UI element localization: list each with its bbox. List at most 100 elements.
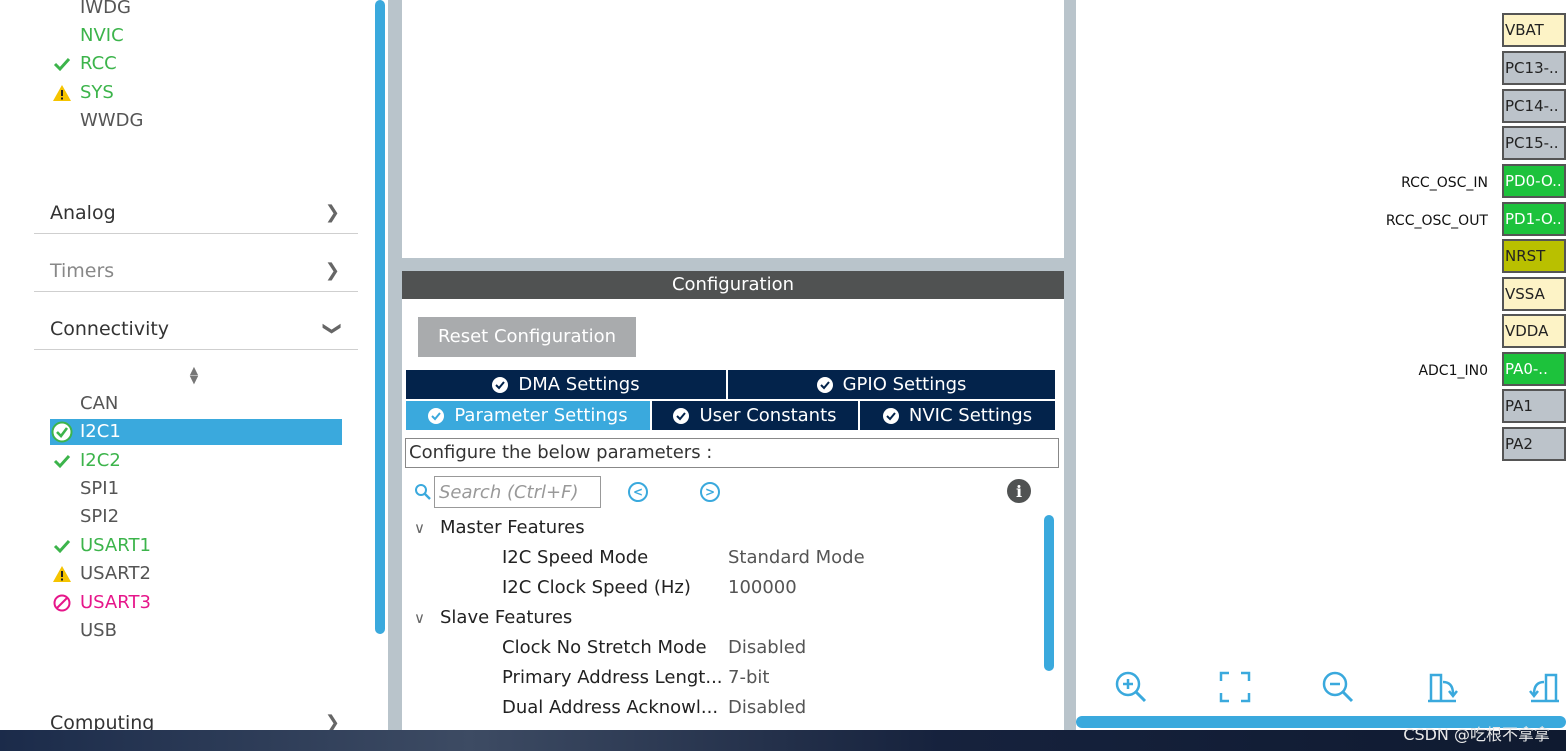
check-circle-icon <box>50 419 74 445</box>
pin-vssa[interactable]: VSSA <box>1502 277 1566 311</box>
chevron-right-icon: ❯ <box>324 202 340 223</box>
check-circle-icon <box>882 407 899 424</box>
parameters-hint: Configure the below parameters : <box>405 438 1059 468</box>
param-row-i2c-clock-speed[interactable]: I2C Clock Speed (Hz) 100000 <box>502 574 1042 602</box>
tab-label: GPIO Settings <box>842 374 967 395</box>
reset-configuration-button[interactable]: Reset Configuration <box>418 317 636 357</box>
peripheral-item-usart1[interactable]: USART1 <box>50 533 342 559</box>
peripheral-item-can[interactable]: CAN <box>50 391 342 417</box>
pin-signal-label: RCC_OSC_IN <box>1401 175 1488 191</box>
param-name: I2C Clock Speed (Hz) <box>502 577 691 598</box>
search-next-icon[interactable]: > <box>700 482 720 502</box>
tab-gpio-settings[interactable]: GPIO Settings <box>728 370 1055 399</box>
chevron-down-icon: ∨ <box>414 519 425 537</box>
info-icon[interactable]: i <box>1007 479 1031 503</box>
param-row-clock-no-stretch[interactable]: Clock No Stretch Mode Disabled <box>502 634 1042 662</box>
peripheral-label: NVIC <box>80 25 124 46</box>
param-row-i2c-speed-mode[interactable]: I2C Speed Mode Standard Mode <box>502 544 1042 572</box>
configuration-header: Configuration <box>402 271 1064 299</box>
disabled-icon <box>50 590 74 616</box>
chevron-right-icon: ❯ <box>324 260 340 281</box>
peripheral-item-spi1[interactable]: SPI1 <box>50 476 342 502</box>
peripheral-label: USB <box>80 620 117 641</box>
peripheral-item-usart3[interactable]: USART3 <box>50 590 342 616</box>
pin-nrst[interactable]: NRST <box>1502 239 1566 273</box>
pin-pd0[interactable]: PD0-O.. <box>1502 164 1566 198</box>
group-label: Slave Features <box>440 607 573 628</box>
tab-dma-settings[interactable]: DMA Settings <box>406 370 726 399</box>
fit-to-screen-icon[interactable] <box>1218 670 1252 704</box>
peripheral-item-usart2[interactable]: USART2 <box>50 561 342 587</box>
pin-signal-label: RCC_OSC_OUT <box>1385 213 1488 229</box>
peripheral-label: USART1 <box>80 535 151 556</box>
tab-user-constants[interactable]: User Constants <box>652 401 858 430</box>
sort-toggle-icon[interactable]: ▲ ▼ <box>186 365 202 386</box>
peripheral-item-usb[interactable]: USB <box>50 618 342 644</box>
param-value[interactable]: Standard Mode <box>728 544 865 572</box>
peripheral-item-i2c2[interactable]: I2C2 <box>50 448 342 474</box>
group-slave-features[interactable]: ∨ Slave Features <box>414 604 572 632</box>
category-label: Connectivity <box>50 318 170 340</box>
check-circle-icon <box>492 376 509 393</box>
pin-pc15[interactable]: PC15-.. <box>1502 126 1566 160</box>
parameters-scrollbar-thumb[interactable] <box>1044 515 1054 671</box>
peripheral-item-rcc[interactable]: RCC <box>50 51 342 77</box>
peripheral-item-nvic[interactable]: NVIC <box>50 23 342 49</box>
rotate-left-icon[interactable] <box>1528 670 1562 704</box>
warning-icon <box>50 80 74 106</box>
pin-pa0[interactable]: PA0-.. <box>1502 352 1566 386</box>
chevron-down-icon: ∨ <box>414 609 425 627</box>
configuration-panel: Configuration Reset Configuration DMA Se… <box>402 271 1064 730</box>
param-value[interactable]: 7-bit <box>728 664 769 692</box>
check-icon <box>50 51 74 77</box>
category-connectivity[interactable]: Connectivity ❯ <box>34 310 358 350</box>
search-icon[interactable] <box>414 483 432 501</box>
param-row-primary-address-length[interactable]: Primary Address Lengt... 7-bit <box>502 664 1042 692</box>
pin-pd1[interactable]: PD1-O.. <box>1502 202 1566 236</box>
pin-pc13[interactable]: PC13-.. <box>1502 51 1566 85</box>
warning-icon <box>50 561 74 587</box>
peripheral-label: USART3 <box>80 592 151 613</box>
search-input[interactable] <box>434 476 601 508</box>
peripheral-label: I2C1 <box>80 421 121 442</box>
tab-parameter-settings[interactable]: Parameter Settings <box>406 401 650 430</box>
pin-pa2[interactable]: PA2 <box>1502 427 1566 461</box>
check-circle-icon <box>428 407 445 424</box>
peripheral-item-iwdg[interactable]: IWDG <box>50 0 342 21</box>
peripheral-label: I2C2 <box>80 450 121 471</box>
pin-pc14[interactable]: PC14-.. <box>1502 89 1566 123</box>
check-circle-icon <box>816 376 833 393</box>
chevron-right-icon: ❯ <box>324 712 340 730</box>
tab-nvic-settings[interactable]: NVIC Settings <box>860 401 1055 430</box>
param-row-dual-address-ack[interactable]: Dual Address Acknowl... Disabled <box>502 694 1042 722</box>
param-value[interactable]: 100000 <box>728 574 797 602</box>
param-name: Clock No Stretch Mode <box>502 637 707 658</box>
category-label: Timers <box>50 260 115 282</box>
peripheral-item-spi2[interactable]: SPI2 <box>50 504 342 530</box>
peripheral-item-wwdg[interactable]: WWDG <box>50 108 342 134</box>
category-label: Computing <box>50 712 155 730</box>
zoom-out-icon[interactable] <box>1321 670 1355 704</box>
peripheral-item-sys[interactable]: SYS <box>50 80 342 106</box>
category-computing[interactable]: Computing ❯ <box>34 704 358 730</box>
rotate-right-icon[interactable] <box>1425 670 1459 704</box>
category-timers[interactable]: Timers ❯ <box>34 252 358 292</box>
sidebar-scrollbar-thumb[interactable] <box>375 0 385 634</box>
watermark-text: CSDN @吃根不拿拿 <box>1403 725 1550 744</box>
pin-vbat[interactable]: VBAT <box>1502 13 1566 47</box>
peripheral-label: RCC <box>80 53 117 74</box>
zoom-in-icon[interactable] <box>1114 670 1148 704</box>
param-name: I2C Speed Mode <box>502 547 649 568</box>
pin-vdda[interactable]: VDDA <box>1502 314 1566 348</box>
peripheral-item-i2c1[interactable]: I2C1 <box>50 419 342 445</box>
peripheral-label: CAN <box>80 393 119 414</box>
param-value[interactable]: Disabled <box>728 694 806 722</box>
pin-pa1[interactable]: PA1 <box>1502 389 1566 423</box>
search-previous-icon[interactable]: < <box>628 482 648 502</box>
category-analog[interactable]: Analog ❯ <box>34 194 358 234</box>
group-master-features[interactable]: ∨ Master Features <box>414 514 585 542</box>
param-value[interactable]: Disabled <box>728 634 806 662</box>
mode-panel <box>402 0 1064 258</box>
peripheral-label: SPI2 <box>80 506 120 527</box>
param-name: Dual Address Acknowl... <box>502 697 719 718</box>
